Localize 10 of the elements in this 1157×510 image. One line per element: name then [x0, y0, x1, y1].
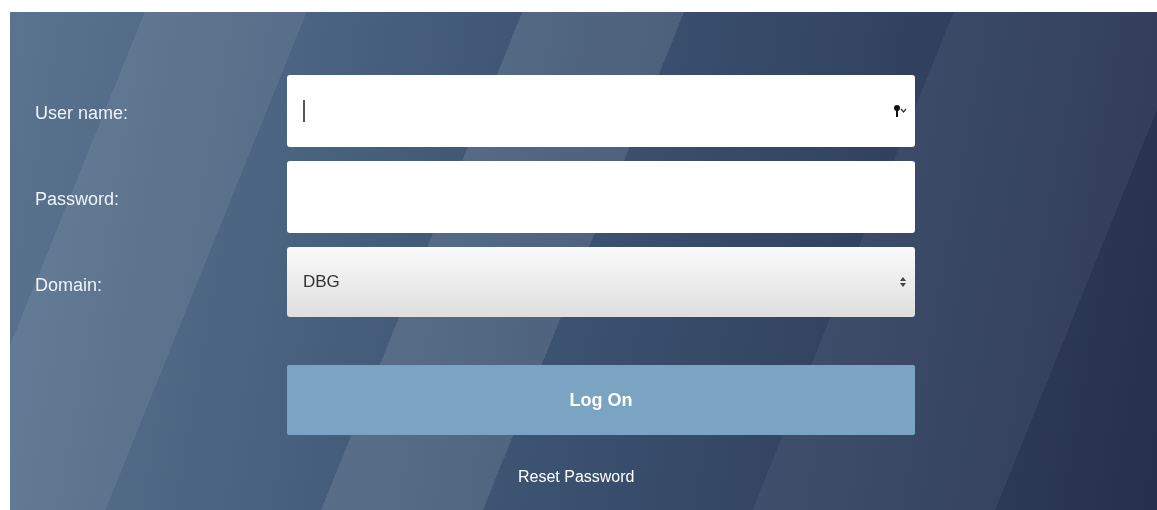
up-down-arrows-icon: [899, 275, 907, 289]
field-label: Password:: [34, 188, 121, 210]
username-field[interactable]: [287, 75, 915, 147]
domain-dropdown[interactable]: DBG: [287, 247, 915, 317]
reset-password-link[interactable]: Reset Password: [518, 468, 635, 486]
field-label: Domain:: [34, 274, 104, 296]
key-icon[interactable]: [893, 104, 907, 118]
password-field[interactable]: [287, 161, 915, 233]
field-value: DBG: [303, 272, 341, 292]
field-label: User name:: [34, 102, 130, 124]
